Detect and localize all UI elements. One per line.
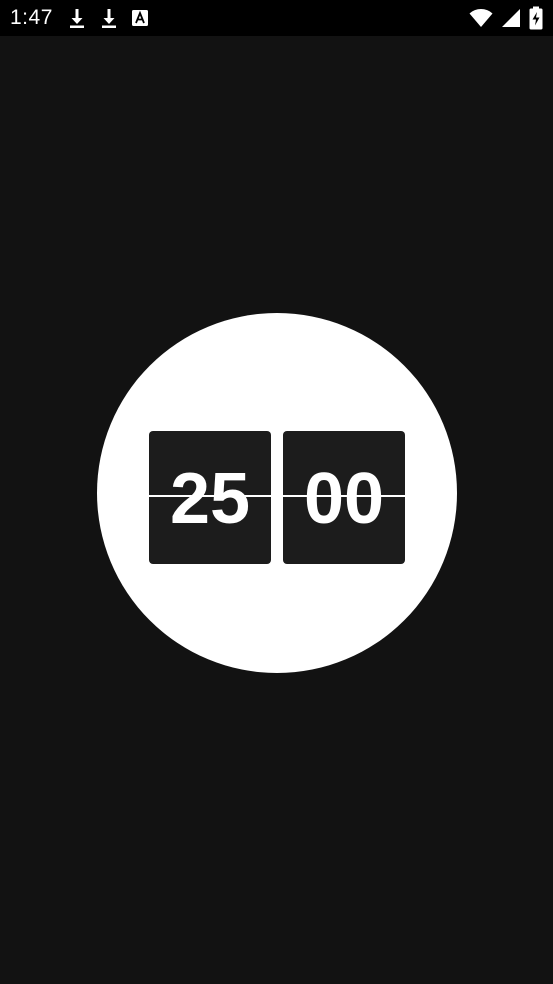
wifi-icon	[469, 8, 493, 28]
flip-card-divider	[149, 495, 271, 497]
download-icon	[99, 7, 119, 29]
timer-circle-button[interactable]: 25 00	[97, 313, 457, 673]
minutes-value: 25	[169, 458, 251, 539]
minutes-flip-card: 25	[149, 431, 271, 564]
battery-charging-icon	[529, 6, 543, 30]
notification-icons	[67, 7, 149, 29]
system-icons	[469, 6, 543, 30]
seconds-flip-card: 00	[283, 431, 405, 564]
download-icon	[67, 7, 87, 29]
cellular-signal-icon	[501, 8, 521, 28]
font-app-icon	[131, 9, 149, 27]
seconds-value: 00	[303, 458, 385, 539]
flip-card-divider	[283, 495, 405, 497]
status-time: 1:47	[10, 6, 53, 29]
status-bar: 1:47	[0, 0, 553, 36]
timer-screen: 25 00	[0, 36, 553, 984]
